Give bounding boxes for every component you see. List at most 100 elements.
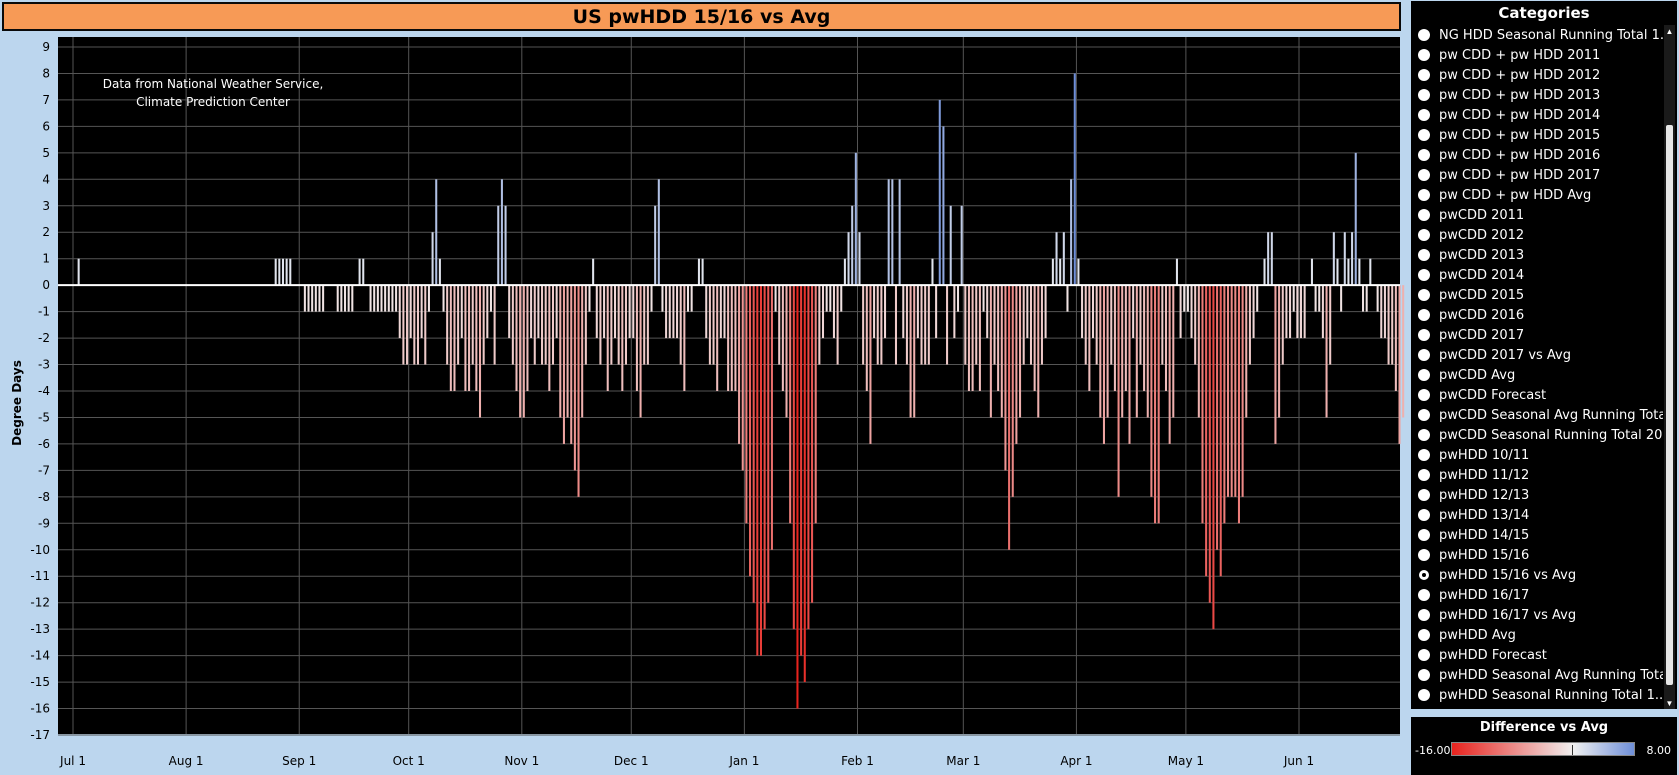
radio-icon[interactable] — [1418, 529, 1430, 541]
radio-icon[interactable] — [1418, 29, 1430, 41]
radio-icon[interactable] — [1418, 109, 1430, 121]
radio-icon[interactable] — [1418, 509, 1430, 521]
legend-item[interactable]: pwHDD 10/11 — [1411, 445, 1663, 465]
radio-icon[interactable] — [1418, 69, 1430, 81]
y-tick-label: -3 — [38, 358, 50, 372]
legend-item[interactable]: pwHDD Seasonal Running Total 1... — [1411, 685, 1663, 705]
legend-item[interactable]: pwCDD 2013 — [1411, 245, 1663, 265]
bar — [1310, 258, 1313, 286]
bar — [781, 285, 784, 391]
legend-item[interactable]: pwCDD 2017 vs Avg — [1411, 345, 1663, 365]
radio-icon[interactable] — [1418, 389, 1430, 401]
legend-item[interactable]: pw CDD + pw HDD 2015 — [1411, 125, 1663, 145]
bar — [800, 285, 803, 656]
radio-icon[interactable] — [1418, 549, 1430, 561]
legend-item[interactable]: pwHDD 11/12 — [1411, 465, 1663, 485]
scroll-thumb[interactable] — [1666, 125, 1673, 685]
radio-icon[interactable] — [1418, 649, 1430, 661]
legend-item[interactable]: pwCDD Seasonal Avg Running Total — [1411, 405, 1663, 425]
color-ramp — [1451, 742, 1635, 756]
legend-item[interactable]: pwHDD Forecast — [1411, 645, 1663, 665]
bar — [303, 285, 306, 312]
bar — [1256, 285, 1259, 312]
legend-item-label: pwHDD 12/13 — [1439, 487, 1530, 503]
legend-item[interactable]: pw CDD + pw HDD Avg — [1411, 185, 1663, 205]
radio-icon[interactable] — [1418, 289, 1430, 301]
legend-item[interactable]: pwHDD Seasonal Avg Running Total — [1411, 665, 1663, 685]
radio-icon[interactable] — [1418, 309, 1430, 321]
radio-icon[interactable] — [1418, 429, 1430, 441]
legend-item[interactable]: NG HDD Seasonal Running Total 1... — [1411, 25, 1663, 45]
radio-icon[interactable] — [1418, 689, 1430, 701]
legend-item[interactable]: pwHDD 16/17 — [1411, 585, 1663, 605]
bar — [1394, 285, 1397, 391]
radio-icon[interactable] — [1418, 169, 1430, 181]
radio-icon[interactable] — [1418, 229, 1430, 241]
legend-item[interactable]: pw CDD + pw HDD 2017 — [1411, 165, 1663, 185]
bar — [1143, 285, 1146, 391]
bar — [442, 285, 445, 312]
bar — [278, 258, 281, 286]
legend-item[interactable]: pwCDD 2014 — [1411, 265, 1663, 285]
legend-item[interactable]: pw CDD + pw HDD 2014 — [1411, 105, 1663, 125]
radio-icon[interactable] — [1418, 189, 1430, 201]
legend-item[interactable]: pwCDD 2017 — [1411, 325, 1663, 345]
radio-icon[interactable] — [1418, 449, 1430, 461]
radio-icon[interactable] — [1418, 669, 1430, 681]
legend-item[interactable]: pw CDD + pw HDD 2011 — [1411, 45, 1663, 65]
legend-item[interactable]: pwCDD 2016 — [1411, 305, 1663, 325]
bar — [541, 285, 544, 365]
scroll-down-icon[interactable]: ▼ — [1664, 697, 1675, 709]
radio-icon[interactable] — [1418, 489, 1430, 501]
legend-item[interactable]: pw CDD + pw HDD 2016 — [1411, 145, 1663, 165]
legend-item[interactable]: pwHDD 14/15 — [1411, 525, 1663, 545]
bar — [924, 285, 927, 365]
radio-icon[interactable] — [1418, 349, 1430, 361]
bar — [438, 258, 441, 286]
legend-item[interactable]: pwHDD Avg — [1411, 625, 1663, 645]
radio-icon[interactable] — [1418, 469, 1430, 481]
legend-item[interactable]: pwCDD Forecast — [1411, 385, 1663, 405]
bar — [362, 258, 365, 286]
legend-item-label: pw CDD + pw HDD Avg — [1439, 187, 1592, 203]
legend-item[interactable]: pwHDD 13/14 — [1411, 505, 1663, 525]
y-tick-label: -7 — [38, 463, 50, 477]
legend-item[interactable]: pwHDD 16/17 vs Avg — [1411, 605, 1663, 625]
y-tick-label: 0 — [42, 278, 50, 292]
bar — [1026, 285, 1029, 339]
legend-item[interactable]: pwCDD Seasonal Running Total 20... — [1411, 425, 1663, 445]
radio-icon[interactable] — [1418, 369, 1430, 381]
radio-icon[interactable] — [1418, 209, 1430, 221]
scroll-up-icon[interactable]: ▲ — [1664, 25, 1675, 37]
radio-icon[interactable] — [1418, 269, 1430, 281]
legend-scrollbar[interactable]: ▲ ▼ — [1664, 25, 1675, 709]
legend-item[interactable]: pw CDD + pw HDD 2013 — [1411, 85, 1663, 105]
legend-item[interactable]: pwCDD 2011 — [1411, 205, 1663, 225]
bar — [376, 285, 379, 312]
bar — [1208, 285, 1211, 603]
legend-item[interactable]: pw CDD + pw HDD 2012 — [1411, 65, 1663, 85]
radio-icon[interactable] — [1418, 129, 1430, 141]
radio-icon[interactable] — [1418, 149, 1430, 161]
bar — [767, 285, 770, 603]
bar — [847, 232, 850, 286]
radio-icon[interactable] — [1418, 49, 1430, 61]
radio-icon[interactable] — [1418, 609, 1430, 621]
legend-item[interactable]: pwHDD 15/16 vs Avg — [1411, 565, 1663, 585]
radio-icon[interactable] — [1418, 329, 1430, 341]
x-tick-label: Apr 1 — [1060, 754, 1092, 768]
radio-icon[interactable] — [1418, 249, 1430, 261]
legend-item[interactable]: pwHDD 12/13 — [1411, 485, 1663, 505]
bar — [1292, 285, 1295, 312]
radio-icon[interactable] — [1418, 89, 1430, 101]
bar — [1369, 258, 1372, 286]
legend-item[interactable]: pwCDD 2012 — [1411, 225, 1663, 245]
radio-icon[interactable] — [1418, 589, 1430, 601]
radio-selected-icon[interactable] — [1418, 569, 1430, 581]
radio-icon[interactable] — [1418, 409, 1430, 421]
legend-item[interactable]: pwCDD 2015 — [1411, 285, 1663, 305]
legend-item[interactable]: pwHDD 15/16 — [1411, 545, 1663, 565]
bar — [752, 285, 755, 603]
radio-icon[interactable] — [1418, 629, 1430, 641]
legend-item[interactable]: pwCDD Avg — [1411, 365, 1663, 385]
